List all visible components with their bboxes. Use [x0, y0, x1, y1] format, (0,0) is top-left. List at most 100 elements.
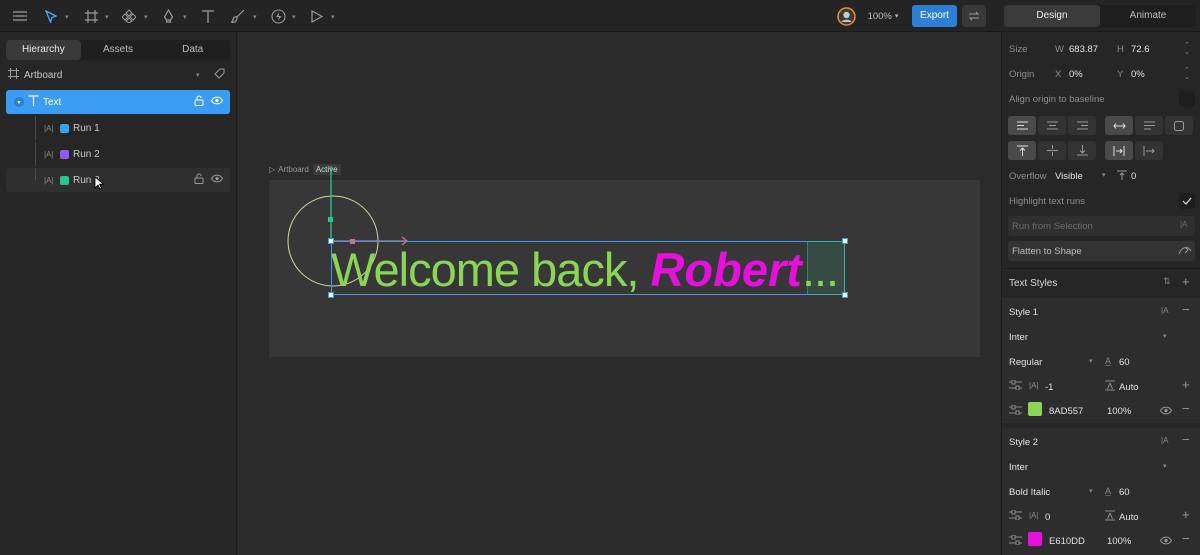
remove-icon[interactable]: − — [1182, 401, 1190, 416]
add-icon[interactable]: + — [1182, 377, 1190, 392]
component-tool-icon[interactable] — [120, 0, 138, 32]
highlight-runs-checkbox[interactable] — [1179, 193, 1195, 209]
add-icon[interactable]: + — [1182, 507, 1190, 522]
auto-height-button[interactable] — [1135, 116, 1163, 135]
sliders-icon[interactable] — [1009, 404, 1022, 418]
sliders-icon[interactable] — [1009, 534, 1022, 548]
artboard-row[interactable]: Artboard ▾ — [8, 63, 232, 87]
tab-hierarchy[interactable]: Hierarchy — [6, 40, 81, 60]
eye-icon[interactable] — [1159, 406, 1173, 418]
height-input[interactable]: 72.6 — [1131, 44, 1150, 55]
chevron-down-icon[interactable]: ▾ — [65, 13, 69, 21]
line-height-input[interactable]: Auto — [1119, 512, 1139, 523]
chevron-down-icon[interactable]: ▾ — [196, 71, 200, 79]
eye-icon[interactable] — [1159, 536, 1173, 548]
font-weight-select[interactable]: Regular — [1009, 357, 1042, 368]
font-size-input[interactable]: 60 — [1119, 487, 1130, 498]
remove-icon[interactable]: − — [1182, 531, 1190, 546]
layer-row-run-3[interactable]: |A| Run 3 — [6, 168, 230, 192]
width-input[interactable]: 683.87 — [1069, 44, 1098, 55]
chevron-down-icon[interactable]: ▾ — [292, 13, 296, 21]
sliders-icon[interactable] — [1009, 379, 1022, 393]
align-bottom-button[interactable] — [1068, 141, 1096, 160]
text-wrap-button[interactable] — [1105, 141, 1133, 160]
color-swatch[interactable] — [1028, 532, 1042, 546]
zoom-level[interactable]: 100% ▾ — [866, 0, 900, 32]
resize-handle[interactable] — [842, 238, 848, 244]
export-button[interactable]: Export — [912, 5, 957, 27]
swap-icon[interactable] — [962, 5, 986, 27]
font-family-select[interactable]: Inter — [1009, 332, 1028, 343]
align-left-button[interactable] — [1008, 116, 1036, 135]
color-hex-input[interactable]: 8AD557 — [1049, 406, 1083, 417]
chevron-down-icon[interactable]: ▾ — [331, 13, 335, 21]
fixed-size-button[interactable] — [1165, 116, 1193, 135]
eye-icon[interactable] — [210, 174, 224, 186]
bolt-tool-icon[interactable] — [269, 0, 287, 32]
chevron-down-icon[interactable]: ▾ — [14, 97, 24, 107]
add-style-icon[interactable]: + — [1182, 274, 1190, 289]
tab-assets[interactable]: Assets — [81, 40, 156, 60]
auto-width-button[interactable] — [1105, 116, 1133, 135]
letter-spacing-input[interactable]: -1 — [1045, 382, 1053, 393]
layer-row-text[interactable]: ▾ Text — [6, 90, 230, 114]
remove-style-icon[interactable]: − — [1182, 302, 1190, 317]
resize-handle[interactable] — [842, 292, 848, 298]
canvas-area[interactable]: ▷ Artboard Active Welcome back, Robert..… — [238, 32, 1001, 555]
chevron-down-icon[interactable]: ▾ — [105, 13, 109, 21]
user-avatar[interactable] — [836, 0, 856, 32]
select-tool-icon[interactable] — [42, 0, 60, 32]
line-height-input[interactable]: Auto — [1119, 382, 1139, 393]
eye-icon[interactable] — [210, 96, 224, 108]
letter-spacing-input[interactable]: 0 — [1045, 512, 1050, 523]
chevron-down-icon[interactable]: ▾ — [253, 13, 257, 21]
style-name[interactable]: Style 2 — [1009, 437, 1038, 448]
layer-row-run-2[interactable]: |A| Run 2 — [6, 142, 230, 166]
link-toggle-icon[interactable]: ⌃ ⌄ — [1184, 67, 1190, 81]
text-run-icon[interactable]: |A — [1161, 436, 1168, 445]
overflow-select[interactable]: Visible — [1055, 171, 1083, 182]
align-center-button[interactable] — [1038, 116, 1066, 135]
align-middle-button[interactable] — [1038, 141, 1066, 160]
flatten-to-shape-button[interactable]: Flatten to Shape — [1008, 241, 1195, 261]
style-name[interactable]: Style 1 — [1009, 307, 1038, 318]
run-from-selection-button[interactable]: Run from Selection |A — [1008, 216, 1195, 236]
menu-icon[interactable] — [10, 0, 30, 32]
sort-icon[interactable]: ⇅ — [1163, 276, 1171, 287]
font-weight-select[interactable]: Bold Italic — [1009, 487, 1050, 498]
tab-data[interactable]: Data — [155, 40, 230, 60]
chevron-down-icon[interactable]: ▾ — [1102, 171, 1106, 179]
font-size-input[interactable]: 60 — [1119, 357, 1130, 368]
layer-row-run-1[interactable]: |A| Run 1 — [6, 116, 230, 140]
artboard-tool-icon[interactable] — [82, 0, 100, 32]
opacity-input[interactable]: 100% — [1107, 536, 1131, 547]
font-family-select[interactable]: Inter — [1009, 462, 1028, 473]
chevron-down-icon[interactable]: ▾ — [1089, 487, 1093, 495]
link-toggle-icon[interactable]: ⌃ ⌄ — [1184, 42, 1190, 56]
color-swatch[interactable] — [1028, 402, 1042, 416]
align-top-button[interactable] — [1008, 141, 1036, 160]
pen-tool-icon[interactable] — [159, 0, 177, 32]
chevron-down-icon[interactable]: ▾ — [1089, 357, 1093, 365]
sliders-icon[interactable] — [1009, 509, 1022, 523]
remove-style-icon[interactable]: − — [1182, 432, 1190, 447]
origin-x-input[interactable]: 0% — [1069, 69, 1083, 80]
tab-design[interactable]: Design — [1004, 5, 1100, 27]
paragraph-spacing-input[interactable]: 0 — [1131, 171, 1136, 182]
chevron-down-icon[interactable]: ▾ — [144, 13, 148, 21]
canvas-text[interactable]: Welcome back, Robert... — [331, 240, 839, 300]
text-run-icon[interactable]: |A — [1161, 306, 1168, 315]
tag-icon[interactable] — [214, 68, 225, 82]
chevron-down-icon[interactable]: ▾ — [183, 13, 187, 21]
chevron-down-icon[interactable]: ▾ — [1163, 332, 1167, 340]
text-tool-icon[interactable] — [198, 0, 218, 32]
origin-y-input[interactable]: 0% — [1131, 69, 1145, 80]
color-hex-input[interactable]: E610DD — [1049, 536, 1085, 547]
brush-tool-icon[interactable] — [229, 0, 247, 32]
lock-icon[interactable] — [194, 95, 204, 109]
tab-animate[interactable]: Animate — [1100, 5, 1196, 27]
play-icon[interactable] — [308, 0, 326, 32]
opacity-input[interactable]: 100% — [1107, 406, 1131, 417]
chevron-down-icon[interactable]: ▾ — [1163, 462, 1167, 470]
align-right-button[interactable] — [1068, 116, 1096, 135]
